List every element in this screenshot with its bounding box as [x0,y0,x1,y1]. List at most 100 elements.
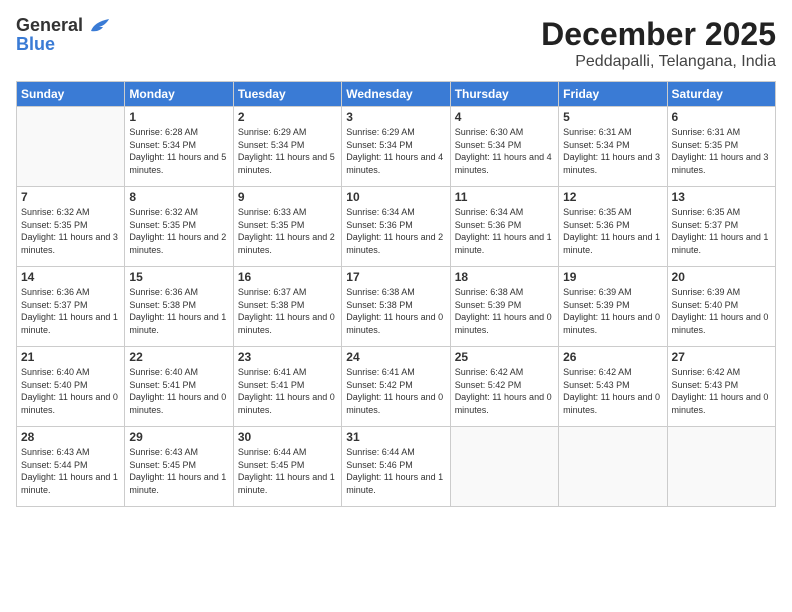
calendar-cell [559,427,667,507]
day-number: 25 [455,350,554,364]
calendar-cell: 24 Sunrise: 6:41 AMSunset: 5:42 PMDayligh… [342,347,450,427]
calendar-cell: 5 Sunrise: 6:31 AMSunset: 5:34 PMDaylight… [559,107,667,187]
calendar-cell: 22 Sunrise: 6:40 AMSunset: 5:41 PMDayligh… [125,347,233,427]
day-info: Sunrise: 6:32 AMSunset: 5:35 PMDaylight:… [129,206,228,256]
day-info: Sunrise: 6:38 AMSunset: 5:38 PMDaylight:… [346,286,445,336]
day-number: 10 [346,190,445,204]
day-info: Sunrise: 6:31 AMSunset: 5:34 PMDaylight:… [563,126,662,176]
month-title: December 2025 [541,16,776,53]
calendar-cell: 26Sunrise: 6:42 AMSunset: 5:43 PMDayligh… [559,347,667,427]
day-number: 19 [563,270,662,284]
calendar-cell: 19 Sunrise: 6:39 AMSunset: 5:39 PMDayligh… [559,267,667,347]
day-number: 21 [21,350,120,364]
day-info: Sunrise: 6:36 AMSunset: 5:37 PMDaylight:… [21,286,120,336]
calendar-cell: 16 Sunrise: 6:37 AMSunset: 5:38 PMDayligh… [233,267,341,347]
day-info: Sunrise: 6:44 AMSunset: 5:45 PMDaylight:… [238,446,337,496]
day-number: 1 [129,110,228,124]
day-info: Sunrise: 6:37 AMSunset: 5:38 PMDaylight:… [238,286,337,336]
calendar-week-row: 14 Sunrise: 6:36 AMSunset: 5:37 PMDayligh… [17,267,776,347]
calendar-cell: 9 Sunrise: 6:33 AMSunset: 5:35 PMDaylight… [233,187,341,267]
header: General Blue December 2025 Peddapalli, T… [16,16,776,71]
day-info: Sunrise: 6:31 AMSunset: 5:35 PMDaylight:… [672,126,771,176]
day-info: Sunrise: 6:42 AMSunset: 5:42 PMDaylight:… [455,366,554,416]
day-info: Sunrise: 6:29 AMSunset: 5:34 PMDaylight:… [238,126,337,176]
day-number: 30 [238,430,337,444]
day-info: Sunrise: 6:32 AMSunset: 5:35 PMDaylight:… [21,206,120,256]
day-info: Sunrise: 6:38 AMSunset: 5:39 PMDaylight:… [455,286,554,336]
calendar-cell: 1 Sunrise: 6:28 AMSunset: 5:34 PMDaylight… [125,107,233,187]
title-block: December 2025 Peddapalli, Telangana, Ind… [541,16,776,71]
calendar-week-row: 28 Sunrise: 6:43 AMSunset: 5:44 PMDayligh… [17,427,776,507]
day-info: Sunrise: 6:42 AMSunset: 5:43 PMDaylight:… [672,366,771,416]
day-number: 14 [21,270,120,284]
day-info: Sunrise: 6:44 AMSunset: 5:46 PMDaylight:… [346,446,445,496]
day-number: 24 [346,350,445,364]
calendar-cell: 20Sunrise: 6:39 AMSunset: 5:40 PMDayligh… [667,267,775,347]
calendar-table: SundayMondayTuesdayWednesdayThursdayFrid… [16,81,776,507]
day-number: 8 [129,190,228,204]
calendar-cell: 28 Sunrise: 6:43 AMSunset: 5:44 PMDayligh… [17,427,125,507]
calendar-cell: 15 Sunrise: 6:36 AMSunset: 5:38 PMDayligh… [125,267,233,347]
calendar-cell: 30 Sunrise: 6:44 AMSunset: 5:45 PMDayligh… [233,427,341,507]
calendar-cell: 10Sunrise: 6:34 AMSunset: 5:36 PMDayligh… [342,187,450,267]
day-info: Sunrise: 6:34 AMSunset: 5:36 PMDaylight:… [455,206,554,256]
page: General Blue December 2025 Peddapalli, T… [0,0,792,612]
day-number: 9 [238,190,337,204]
day-number: 23 [238,350,337,364]
day-number: 26 [563,350,662,364]
day-info: Sunrise: 6:33 AMSunset: 5:35 PMDaylight:… [238,206,337,256]
day-info: Sunrise: 6:43 AMSunset: 5:44 PMDaylight:… [21,446,120,496]
calendar-cell: 31 Sunrise: 6:44 AMSunset: 5:46 PMDayligh… [342,427,450,507]
calendar-cell: 27 Sunrise: 6:42 AMSunset: 5:43 PMDayligh… [667,347,775,427]
calendar-cell: 6 Sunrise: 6:31 AMSunset: 5:35 PMDaylight… [667,107,775,187]
calendar-cell [450,427,558,507]
calendar-week-row: 1 Sunrise: 6:28 AMSunset: 5:34 PMDaylight… [17,107,776,187]
calendar-cell: 17Sunrise: 6:38 AMSunset: 5:38 PMDayligh… [342,267,450,347]
day-number: 7 [21,190,120,204]
day-number: 16 [238,270,337,284]
day-info: Sunrise: 6:40 AMSunset: 5:41 PMDaylight:… [129,366,228,416]
weekday-header: Thursday [450,82,558,107]
calendar-cell [667,427,775,507]
location-title: Peddapalli, Telangana, India [541,53,776,71]
day-info: Sunrise: 6:29 AMSunset: 5:34 PMDaylight:… [346,126,445,176]
day-info: Sunrise: 6:35 AMSunset: 5:36 PMDaylight:… [563,206,662,256]
day-info: Sunrise: 6:36 AMSunset: 5:38 PMDaylight:… [129,286,228,336]
weekday-header: Sunday [17,82,125,107]
day-number: 27 [672,350,771,364]
logo-blue: Blue [16,34,55,54]
day-info: Sunrise: 6:39 AMSunset: 5:39 PMDaylight:… [563,286,662,336]
weekday-header: Tuesday [233,82,341,107]
day-info: Sunrise: 6:28 AMSunset: 5:34 PMDaylight:… [129,126,228,176]
day-number: 28 [21,430,120,444]
calendar-cell: 12 Sunrise: 6:35 AMSunset: 5:36 PMDayligh… [559,187,667,267]
day-number: 29 [129,430,228,444]
day-number: 15 [129,270,228,284]
day-number: 4 [455,110,554,124]
calendar-cell: 14 Sunrise: 6:36 AMSunset: 5:37 PMDayligh… [17,267,125,347]
calendar-cell: 8 Sunrise: 6:32 AMSunset: 5:35 PMDaylight… [125,187,233,267]
day-number: 6 [672,110,771,124]
weekday-header: Friday [559,82,667,107]
calendar-cell: 13Sunrise: 6:35 AMSunset: 5:37 PMDayligh… [667,187,775,267]
calendar-week-row: 21 Sunrise: 6:40 AMSunset: 5:40 PMDayligh… [17,347,776,427]
day-info: Sunrise: 6:41 AMSunset: 5:42 PMDaylight:… [346,366,445,416]
day-info: Sunrise: 6:35 AMSunset: 5:37 PMDaylight:… [672,206,771,256]
day-number: 22 [129,350,228,364]
day-number: 5 [563,110,662,124]
calendar-cell: 29Sunrise: 6:43 AMSunset: 5:45 PMDayligh… [125,427,233,507]
day-info: Sunrise: 6:40 AMSunset: 5:40 PMDaylight:… [21,366,120,416]
day-number: 20 [672,270,771,284]
day-number: 12 [563,190,662,204]
day-info: Sunrise: 6:41 AMSunset: 5:41 PMDaylight:… [238,366,337,416]
weekday-header: Monday [125,82,233,107]
day-number: 31 [346,430,445,444]
calendar-week-row: 7 Sunrise: 6:32 AMSunset: 5:35 PMDaylight… [17,187,776,267]
day-number: 11 [455,190,554,204]
calendar-cell: 7 Sunrise: 6:32 AMSunset: 5:35 PMDaylight… [17,187,125,267]
day-number: 3 [346,110,445,124]
calendar-cell: 11 Sunrise: 6:34 AMSunset: 5:36 PMDayligh… [450,187,558,267]
day-number: 18 [455,270,554,284]
logo-bird-icon [89,17,111,35]
logo-general: General [16,15,83,35]
